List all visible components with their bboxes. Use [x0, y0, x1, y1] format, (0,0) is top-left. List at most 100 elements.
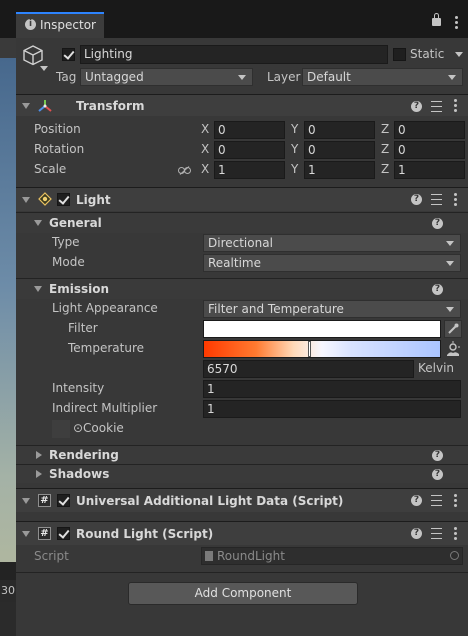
position-x-input[interactable]: 0 — [214, 121, 285, 139]
emission-title: Emission — [49, 282, 109, 296]
scale-x-input[interactable]: 1 — [214, 161, 285, 179]
script-value: RoundLight — [217, 549, 285, 563]
lock-shackle — [434, 13, 439, 19]
tab-menu-icon[interactable] — [455, 16, 458, 29]
rendering-section-header[interactable]: Rendering ? — [16, 446, 468, 464]
presets-icon[interactable] — [431, 194, 442, 205]
help-icon[interactable]: ? — [432, 284, 443, 295]
foldout-arrow-icon[interactable] — [22, 531, 30, 537]
transform-title: Transform — [76, 99, 145, 113]
light-enabled-checkbox[interactable] — [57, 193, 70, 206]
cookie-thumbnail[interactable] — [52, 420, 70, 438]
presets-icon[interactable] — [431, 495, 442, 506]
axis-x-label: X — [201, 162, 210, 176]
emission-section-header[interactable]: Emission ? — [16, 279, 468, 299]
foldout-arrow-icon[interactable] — [22, 103, 30, 109]
axis-y-label: Y — [291, 122, 299, 136]
light-icon — [38, 192, 52, 206]
foldout-arrow-icon[interactable] — [34, 220, 42, 226]
script-icon: # — [38, 494, 51, 507]
shadows-section-header[interactable]: Shadows ? — [16, 465, 468, 483]
chevron-down-icon — [446, 307, 454, 312]
lock-icon[interactable] — [432, 18, 441, 26]
add-component-button[interactable]: Add Component — [128, 582, 358, 605]
weather-icon — [445, 341, 461, 357]
shadows-title: Shadows — [49, 467, 110, 481]
type-label: Type — [52, 235, 80, 249]
chevron-down-icon — [446, 241, 454, 246]
gameobject-cube-icon[interactable] — [22, 44, 44, 66]
component-menu-icon[interactable] — [454, 193, 457, 206]
foldout-arrow-icon[interactable] — [36, 451, 42, 459]
component-menu-icon[interactable] — [454, 494, 457, 507]
scale-z-input[interactable]: 1 — [394, 161, 465, 179]
scale-y-input[interactable]: 1 — [304, 161, 375, 179]
rotation-z-input[interactable]: 0 — [394, 141, 465, 159]
layer-dropdown[interactable]: Default — [302, 68, 463, 86]
object-name-input[interactable]: Lighting — [80, 45, 388, 64]
presets-icon[interactable] — [431, 101, 442, 112]
separator — [16, 572, 468, 573]
foldout-arrow-icon[interactable] — [36, 470, 42, 478]
type-dropdown[interactable]: Directional — [203, 234, 461, 252]
foldout-arrow-icon[interactable] — [22, 197, 30, 203]
light-header[interactable]: Light ? — [16, 187, 468, 211]
rotation-x-input[interactable]: 0 — [214, 141, 285, 159]
position-label: Position — [34, 122, 81, 136]
light-title: Light — [76, 193, 111, 207]
icon-dropdown-icon[interactable] — [40, 66, 48, 71]
round-light-enabled-checkbox[interactable] — [57, 527, 70, 540]
help-icon[interactable]: ? — [432, 450, 443, 461]
cookie-label[interactable]: ⊙Cookie — [73, 421, 124, 435]
scene-readout-text: 30 — [1, 584, 15, 597]
uald-enabled-checkbox[interactable] — [57, 494, 70, 507]
help-icon[interactable]: ? — [432, 469, 443, 480]
static-dropdown-icon[interactable] — [455, 52, 463, 57]
round-light-header[interactable]: # Round Light (Script) ? — [16, 521, 468, 545]
axis-x-label: X — [201, 142, 210, 156]
transform-icon — [38, 99, 52, 113]
temperature-slider-thumb[interactable] — [308, 341, 311, 357]
unlink-icon[interactable] — [178, 164, 191, 175]
position-z-input[interactable]: 0 — [394, 121, 465, 139]
tag-dropdown[interactable]: Untagged — [80, 68, 253, 86]
help-icon[interactable]: ? — [432, 218, 443, 229]
mode-value: Realtime — [208, 256, 261, 270]
uald-header[interactable]: # Universal Additional Light Data (Scrip… — [16, 488, 468, 512]
help-icon[interactable]: ? — [411, 194, 422, 205]
active-checkbox[interactable] — [62, 48, 75, 61]
uald-title: Universal Additional Light Data (Script) — [76, 494, 344, 508]
position-y-input[interactable]: 0 — [304, 121, 375, 139]
axis-z-label: Z — [381, 162, 390, 176]
temperature-value-input[interactable]: 6570 — [203, 360, 414, 378]
eyedropper-button[interactable] — [444, 320, 462, 338]
general-section-header[interactable]: General ? — [16, 213, 468, 233]
rotation-y-input[interactable]: 0 — [304, 141, 375, 159]
light-appearance-dropdown[interactable]: Filter and Temperature — [203, 300, 461, 318]
light-appearance-value: Filter and Temperature — [208, 302, 344, 316]
mode-dropdown[interactable]: Realtime — [203, 254, 461, 272]
static-label: Static — [410, 47, 445, 61]
tab-inspector[interactable]: i Inspector — [16, 12, 104, 38]
help-icon[interactable]: ? — [411, 101, 422, 112]
foldout-arrow-icon[interactable] — [34, 286, 42, 292]
presets-icon[interactable] — [431, 528, 442, 539]
scene-toolbar — [0, 0, 16, 38]
axis-y-label: Y — [291, 162, 299, 176]
filter-color-field[interactable] — [203, 320, 441, 338]
layer-value: Default — [307, 70, 351, 84]
component-menu-icon[interactable] — [454, 527, 457, 540]
transform-header[interactable]: Transform ? — [16, 94, 468, 116]
component-menu-icon[interactable] — [454, 99, 457, 112]
static-checkbox[interactable] — [393, 48, 406, 61]
script-file-icon — [205, 551, 213, 561]
foldout-arrow-icon[interactable] — [22, 498, 30, 504]
object-picker-icon[interactable] — [450, 551, 459, 560]
intensity-input[interactable]: 1 — [203, 380, 461, 398]
temperature-slider[interactable] — [203, 340, 441, 358]
indirect-multiplier-input[interactable]: 1 — [203, 400, 461, 418]
tab-label: Inspector — [40, 18, 96, 32]
general-title: General — [49, 216, 102, 230]
help-icon[interactable]: ? — [411, 528, 422, 539]
help-icon[interactable]: ? — [411, 495, 422, 506]
